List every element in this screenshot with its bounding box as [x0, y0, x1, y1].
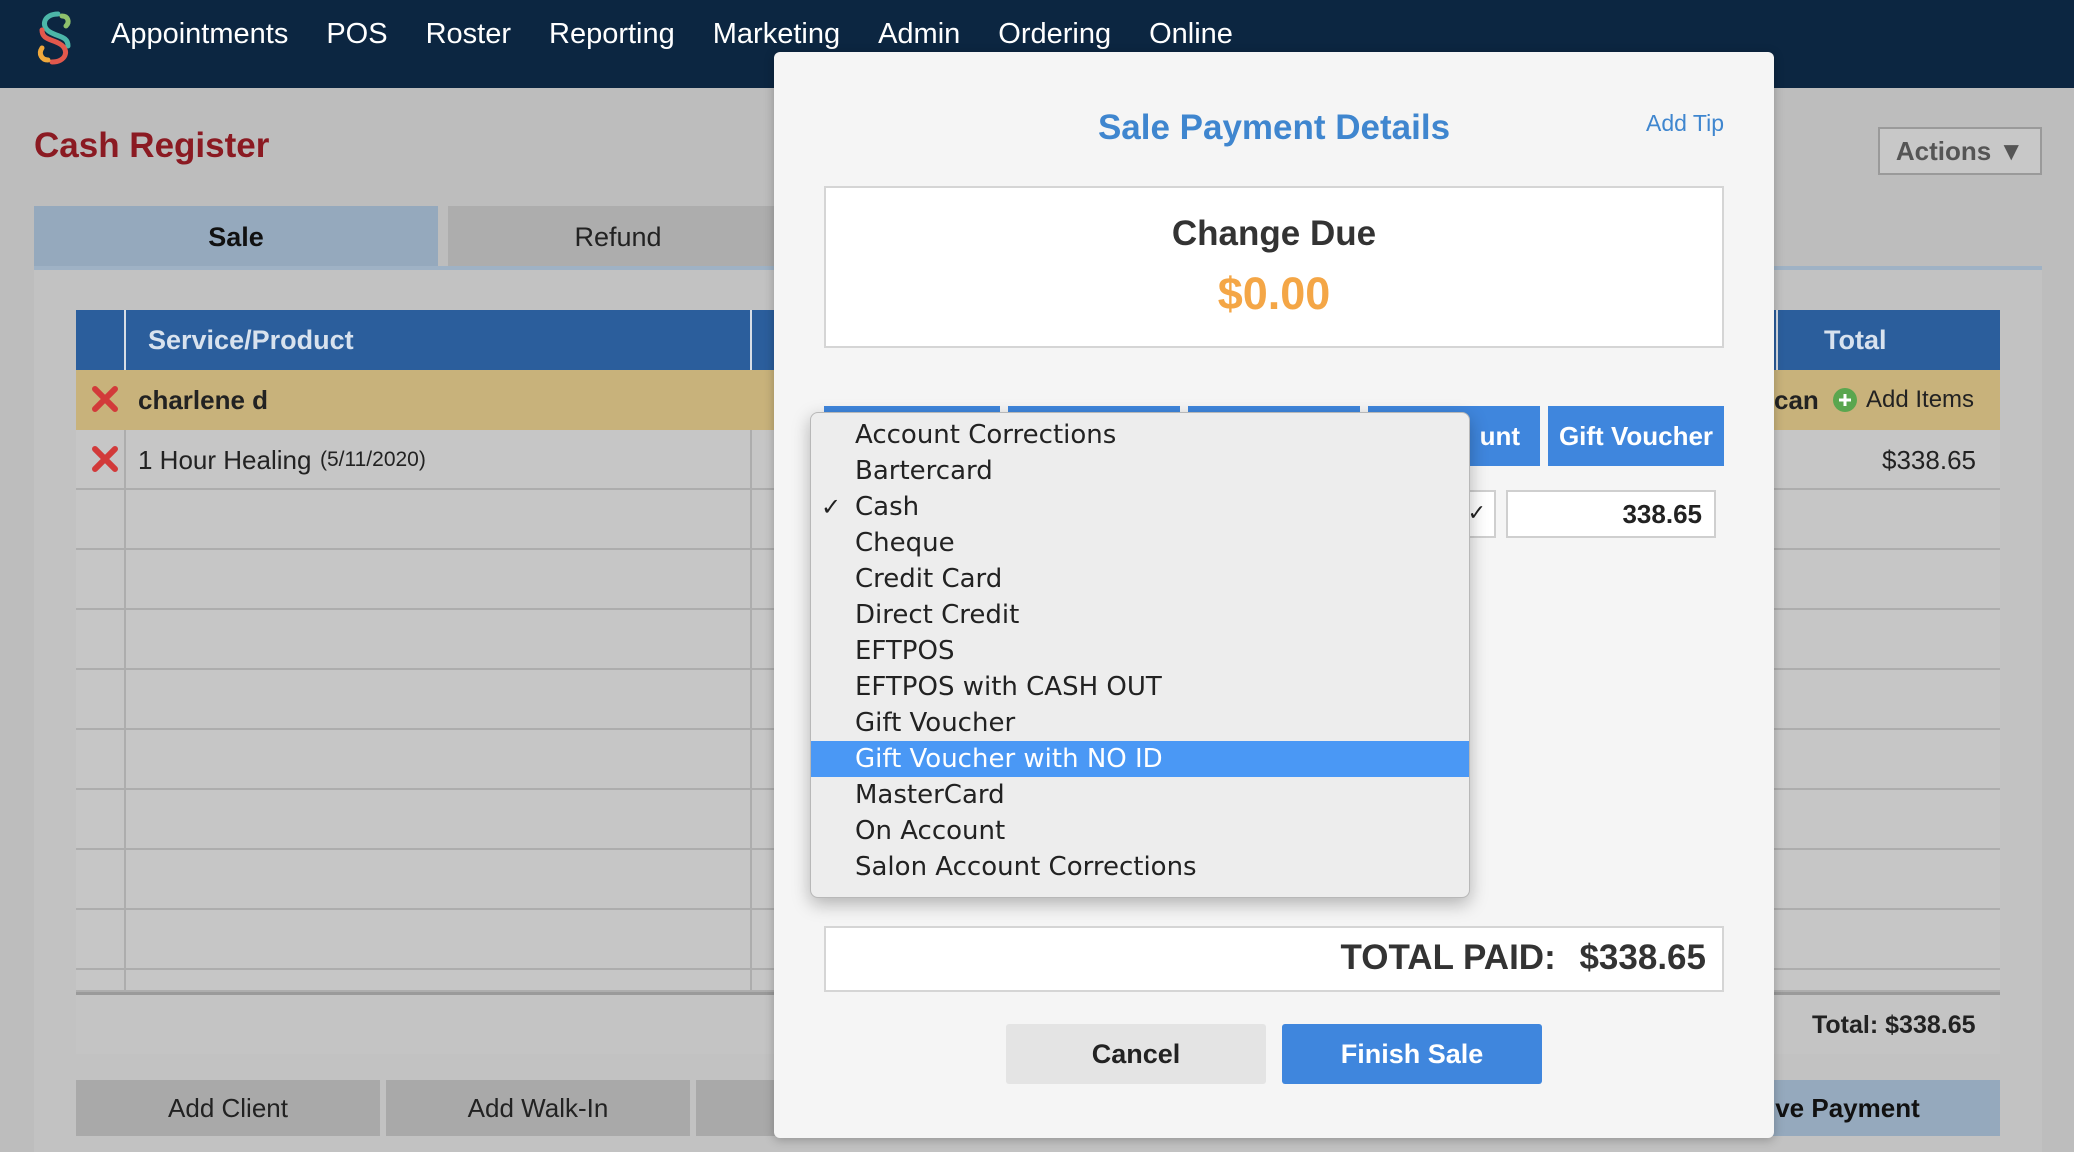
dropdown-option[interactable]: Direct Credit	[811, 597, 1469, 633]
row-divider	[124, 850, 126, 908]
nav-ordering[interactable]: Ordering	[998, 18, 1111, 51]
dropdown-option-label: EFTPOS with CASH OUT	[855, 672, 1162, 702]
row-divider	[750, 970, 752, 990]
dropdown-option[interactable]: On Account	[811, 813, 1469, 849]
add-tip-link[interactable]: Add Tip	[1646, 110, 1724, 137]
dropdown-option[interactable]: Salon Account Corrections	[811, 849, 1469, 885]
row-divider	[124, 610, 126, 668]
gift-voucher-button[interactable]: Gift Voucher	[1548, 406, 1724, 466]
dropdown-option[interactable]: Account Corrections	[811, 417, 1469, 453]
row-divider	[750, 430, 752, 488]
dropdown-option[interactable]: Gift Voucher	[811, 705, 1469, 741]
item-date: (5/11/2020)	[320, 448, 426, 471]
header-divider	[124, 310, 126, 370]
dropdown-option-label: Cash	[855, 492, 920, 522]
nav-admin[interactable]: Admin	[878, 18, 960, 51]
add-circle-icon[interactable]	[1832, 387, 1858, 413]
total-paid-label: TOTAL PAID:	[1340, 938, 1556, 977]
row-divider	[124, 970, 126, 990]
nav-marketing[interactable]: Marketing	[713, 18, 840, 51]
item-name: 1 Hour Healing	[138, 445, 312, 475]
remove-client-icon[interactable]	[90, 384, 120, 414]
tab-sale[interactable]: Sale	[34, 206, 438, 268]
row-divider	[750, 790, 752, 848]
nav-pos[interactable]: POS	[326, 18, 387, 51]
app-logo-icon[interactable]	[28, 8, 80, 68]
row-divider	[750, 850, 752, 908]
dropdown-option[interactable]: EFTPOS	[811, 633, 1469, 669]
nav-online[interactable]: Online	[1149, 18, 1233, 51]
modal-title: Sale Payment Details	[1097, 108, 1451, 147]
row-divider	[750, 730, 752, 788]
dropdown-option-label: Account Corrections	[855, 420, 1117, 450]
actions-button[interactable]: Actions ▼	[1878, 127, 2042, 175]
row-divider	[124, 670, 126, 728]
dropdown-option[interactable]: Credit Card	[811, 561, 1469, 597]
dropdown-option[interactable]: MasterCard	[811, 777, 1469, 813]
dropdown-option-label: Direct Credit	[855, 600, 1020, 630]
total-paid-box: TOTAL PAID: $338.65	[824, 926, 1724, 992]
add-client-button[interactable]: Add Client	[76, 1080, 380, 1136]
client-row-partial-label: can	[1774, 385, 1819, 415]
row-divider	[750, 670, 752, 728]
change-due-label: Change Due	[1171, 214, 1377, 253]
total-paid-value: $338.65	[1579, 938, 1706, 977]
row-divider	[750, 610, 752, 668]
checkmark-icon: ✓	[821, 493, 842, 521]
give-payment-button[interactable]: ive Payment	[1748, 1080, 2000, 1136]
tab-refund[interactable]: Refund	[448, 206, 788, 268]
dropdown-option[interactable]: Cheque	[811, 525, 1469, 561]
item-total: $338.65	[1882, 445, 1976, 475]
dropdown-option[interactable]: EFTPOS with CASH OUT	[811, 669, 1469, 705]
change-due-amount: $0.00	[1217, 268, 1331, 319]
nav-appointments[interactable]: Appointments	[111, 18, 288, 51]
header-divider	[1776, 310, 1778, 370]
dropdown-option-label: Gift Voucher	[855, 708, 1016, 738]
add-walkin-button[interactable]: Add Walk-In	[386, 1080, 690, 1136]
payment-amount-input[interactable]	[1506, 490, 1716, 538]
dropdown-option-label: MasterCard	[855, 780, 1005, 810]
dropdown-option-label: Cheque	[855, 528, 955, 558]
change-due-box: Change Due $0.00	[824, 186, 1724, 348]
dropdown-option-label: Salon Account Corrections	[855, 852, 1197, 882]
nav-roster[interactable]: Roster	[426, 18, 511, 51]
row-divider	[124, 490, 126, 548]
bottom-button-partial[interactable]	[696, 1080, 786, 1136]
total-paid: TOTAL PAID: $338.65	[1341, 938, 1706, 978]
dropdown-option-selected[interactable]: ✓ Cash	[811, 489, 1469, 525]
finish-sale-button[interactable]: Finish Sale	[1282, 1024, 1542, 1084]
dropdown-option-highlighted[interactable]: Gift Voucher with NO ID	[811, 741, 1469, 777]
row-divider	[124, 430, 126, 488]
client-name: charlene d	[138, 385, 269, 415]
dropdown-option-label: Bartercard	[855, 456, 993, 486]
dropdown-option-label: Gift Voucher with NO ID	[855, 744, 1163, 774]
dropdown-option-label: On Account	[855, 816, 1006, 846]
header-service-product: Service/Product	[148, 325, 354, 355]
cancel-button[interactable]: Cancel	[1006, 1024, 1266, 1084]
dropdown-option-label: EFTPOS	[855, 636, 955, 666]
checkmark-icon: ✓	[1467, 500, 1486, 525]
dropdown-option[interactable]: Bartercard	[811, 453, 1469, 489]
page-title: Cash Register	[34, 126, 270, 165]
header-total: Total	[1824, 325, 1887, 355]
row-divider	[124, 550, 126, 608]
remove-item-icon[interactable]	[90, 444, 120, 474]
row-divider	[124, 790, 126, 848]
row-divider	[750, 550, 752, 608]
row-divider	[750, 490, 752, 548]
row-divider	[124, 730, 126, 788]
add-items-link[interactable]: Add Items	[1866, 370, 1974, 430]
row-divider	[124, 910, 126, 968]
payment-type-dropdown: Account Corrections Bartercard ✓ Cash Che…	[810, 412, 1470, 898]
row-divider	[750, 910, 752, 968]
header-divider	[750, 310, 752, 370]
main-nav: Appointments POS Roster Reporting Market…	[111, 18, 1271, 51]
nav-reporting[interactable]: Reporting	[549, 18, 675, 51]
sale-total: Total: $338.65	[1812, 1011, 1976, 1039]
dropdown-option-label: Credit Card	[855, 564, 1003, 594]
